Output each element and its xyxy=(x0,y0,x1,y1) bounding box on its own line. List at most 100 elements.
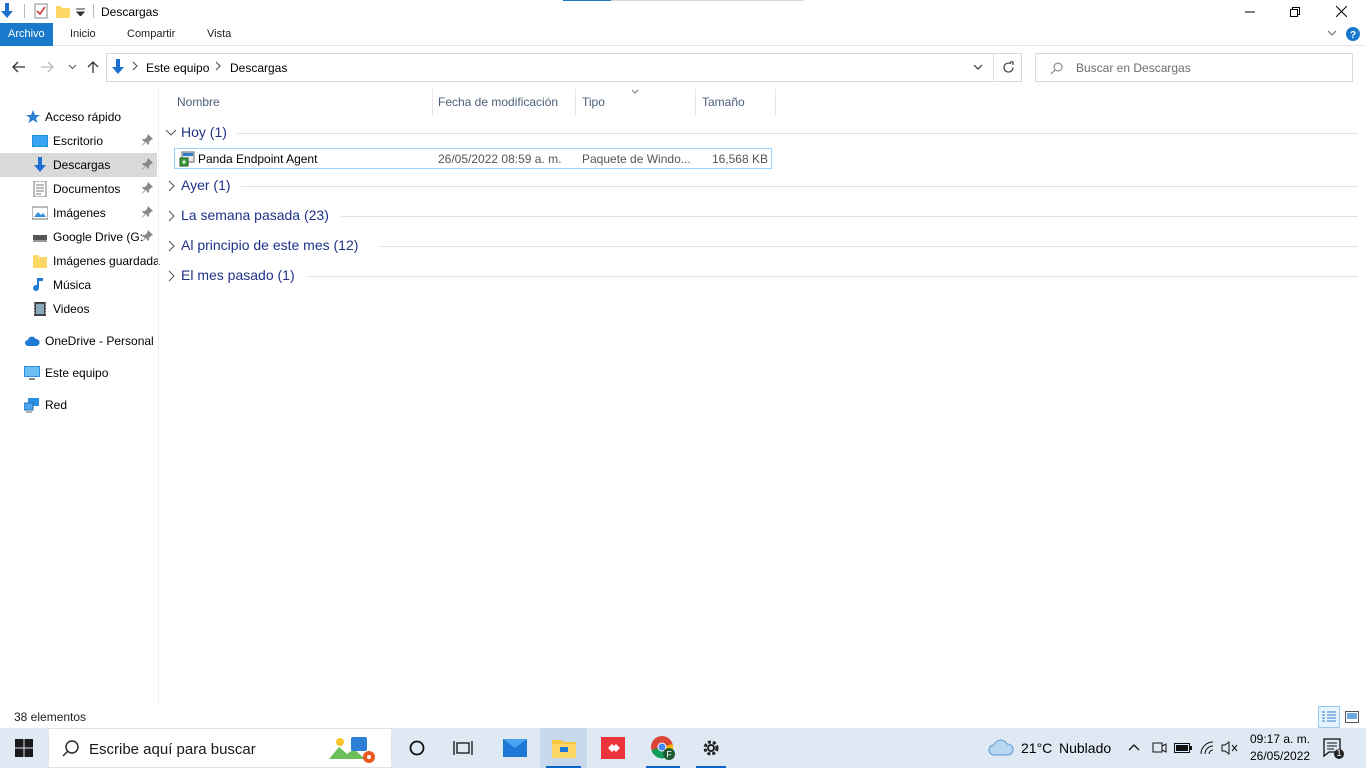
tab-compartir[interactable]: Compartir xyxy=(119,23,183,46)
clock-date[interactable]: 26/05/2022 xyxy=(1250,749,1310,763)
column-separator[interactable] xyxy=(432,89,433,115)
help-icon[interactable]: ? xyxy=(1346,27,1360,41)
clock-time[interactable]: 09:17 a. m. xyxy=(1250,732,1310,746)
volume-muted-icon[interactable] xyxy=(1221,740,1239,756)
close-button[interactable] xyxy=(1318,0,1364,23)
sidebar-item-label: Acceso rápido xyxy=(45,110,122,124)
star-icon xyxy=(25,109,41,125)
group-header-semana-pasada[interactable]: La semana pasada (23) xyxy=(165,204,1358,228)
sidebar-item-este-equipo[interactable]: Este equipo xyxy=(0,361,157,385)
column-separator[interactable] xyxy=(575,89,576,115)
weather-cloud-icon[interactable] xyxy=(988,739,1014,757)
mail-app-button[interactable] xyxy=(494,728,536,768)
taskbar-search[interactable]: Escribe aquí para buscar xyxy=(48,728,392,768)
meet-now-icon[interactable] xyxy=(1151,741,1167,755)
group-divider xyxy=(241,186,1358,187)
group-label: La semana pasada (23) xyxy=(181,207,329,223)
anydesk-app-button[interactable] xyxy=(592,728,634,768)
chevron-right-icon[interactable] xyxy=(165,240,177,252)
expand-ribbon-icon[interactable] xyxy=(1327,29,1337,37)
group-header-mes-pasado[interactable]: El mes pasado (1) xyxy=(165,264,1358,288)
sidebar-item-onedrive[interactable]: OneDrive - Personal xyxy=(0,329,157,353)
minimize-button[interactable] xyxy=(1227,0,1273,23)
sidebar-item-google-drive[interactable]: Google Drive (G: xyxy=(0,225,157,249)
network-icon xyxy=(24,397,40,413)
weather-description[interactable]: Nublado xyxy=(1059,740,1111,756)
settings-app-button[interactable] xyxy=(690,728,732,768)
chevron-right-icon[interactable] xyxy=(165,210,177,222)
breadcrumb-descargas[interactable]: Descargas xyxy=(230,61,287,75)
search-highlight-icon[interactable] xyxy=(327,733,379,765)
sidebar-item-acceso-rapido[interactable]: Acceso rápido xyxy=(0,105,157,129)
file-modified: 26/05/2022 08:59 a. m. xyxy=(438,152,562,166)
new-folder-icon[interactable] xyxy=(56,4,70,18)
task-view-button[interactable] xyxy=(444,728,482,768)
sidebar-item-documentos[interactable]: Documentos xyxy=(0,177,157,201)
forward-button[interactable] xyxy=(38,58,56,76)
recent-locations-button[interactable] xyxy=(63,58,81,76)
search-box[interactable]: Buscar en Descargas xyxy=(1035,53,1353,82)
file-row[interactable]: Panda Endpoint Agent 26/05/2022 08:59 a.… xyxy=(174,148,772,169)
column-separator[interactable] xyxy=(695,89,696,115)
group-header-ayer[interactable]: Ayer (1) xyxy=(165,174,1358,198)
chrome-app-button[interactable]: F xyxy=(640,728,686,768)
column-header-name[interactable]: Nombre xyxy=(177,95,220,109)
start-button[interactable] xyxy=(0,728,48,768)
pin-icon[interactable] xyxy=(141,230,153,242)
chevron-up-icon[interactable] xyxy=(1128,743,1140,751)
customize-toolbar-icon[interactable] xyxy=(76,7,85,16)
large-icons-view-button[interactable] xyxy=(1341,706,1363,728)
sidebar-item-videos[interactable]: Videos xyxy=(0,297,157,321)
pin-icon[interactable] xyxy=(141,206,153,218)
up-button[interactable] xyxy=(84,58,102,76)
refresh-icon[interactable] xyxy=(1002,61,1015,74)
chevron-right-icon[interactable] xyxy=(165,180,177,192)
sort-indicator-icon xyxy=(631,89,639,94)
pin-icon[interactable] xyxy=(141,158,153,170)
restore-button[interactable] xyxy=(1272,0,1318,23)
tab-archivo[interactable]: Archivo xyxy=(0,23,53,46)
sidebar-item-red[interactable]: Red xyxy=(0,393,157,417)
group-header-principio-mes[interactable]: Al principio de este mes (12) xyxy=(165,234,1358,258)
pin-icon[interactable] xyxy=(141,182,153,194)
chevron-right-icon[interactable] xyxy=(165,270,177,282)
column-header-modified[interactable]: Fecha de modificación xyxy=(438,95,558,109)
group-label: Al principio de este mes (12) xyxy=(181,237,359,253)
details-view-button[interactable] xyxy=(1318,706,1340,728)
battery-icon[interactable] xyxy=(1174,742,1192,754)
column-header-size[interactable]: Tamaño xyxy=(702,95,745,109)
cortana-button[interactable] xyxy=(398,728,436,768)
notifications-badge: 1 xyxy=(1336,748,1342,758)
sidebar-item-descargas[interactable]: Descargas xyxy=(0,153,157,177)
sidebar-item-musica[interactable]: Música xyxy=(0,273,157,297)
file-explorer-app-button[interactable] xyxy=(540,728,587,768)
tab-inicio[interactable]: Inicio xyxy=(62,23,104,46)
chevron-down-icon[interactable] xyxy=(165,127,177,139)
breadcrumb-separator-icon[interactable] xyxy=(132,61,138,71)
taskbar-search-input[interactable]: Escribe aquí para buscar xyxy=(89,741,256,758)
download-arrow-icon[interactable] xyxy=(0,3,14,19)
column-separator[interactable] xyxy=(775,89,776,115)
pictures-icon xyxy=(32,205,48,221)
tab-vista[interactable]: Vista xyxy=(199,23,239,46)
file-type: Paquete de Windo... xyxy=(582,152,691,166)
group-header-hoy[interactable]: Hoy (1) xyxy=(165,121,1358,145)
weather-temperature[interactable]: 21°C xyxy=(1021,740,1052,756)
file-size: 16,568 KB xyxy=(711,152,768,166)
pane-divider[interactable] xyxy=(158,88,159,706)
address-bar[interactable]: Este equipo Descargas xyxy=(106,53,1022,82)
wifi-icon[interactable] xyxy=(1199,740,1215,756)
properties-icon[interactable] xyxy=(34,3,48,19)
column-header-type[interactable]: Tipo xyxy=(582,95,605,109)
taskbar: Escribe aquí para buscar F 21°C Nublado xyxy=(0,728,1366,768)
address-dropdown-icon[interactable] xyxy=(973,64,983,71)
back-button[interactable] xyxy=(10,58,28,76)
breadcrumb-separator-icon[interactable] xyxy=(215,61,221,71)
sidebar-item-imagenes[interactable]: Imágenes xyxy=(0,201,157,225)
breadcrumb-este-equipo[interactable]: Este equipo xyxy=(146,61,209,75)
title-accent xyxy=(563,0,611,1)
sidebar-item-imagenes-guardadas[interactable]: Imágenes guardada xyxy=(0,249,160,273)
pin-icon[interactable] xyxy=(141,134,153,146)
search-input[interactable]: Buscar en Descargas xyxy=(1076,61,1191,75)
sidebar-item-escritorio[interactable]: Escritorio xyxy=(0,129,157,153)
